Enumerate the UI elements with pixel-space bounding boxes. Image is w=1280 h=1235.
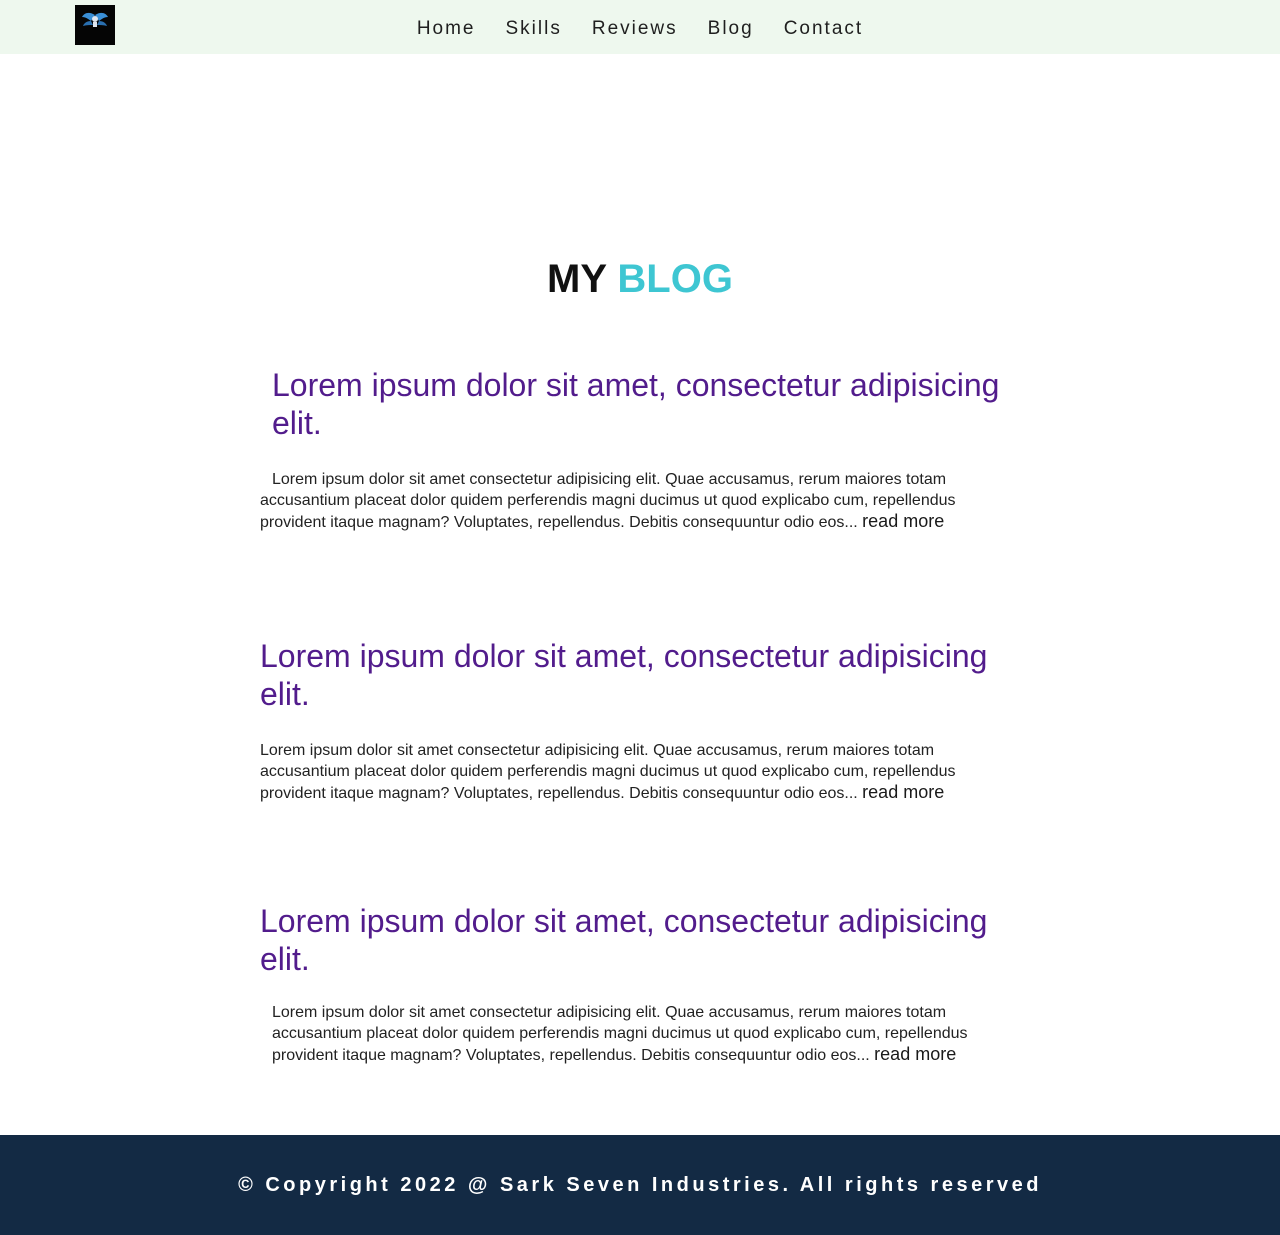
post-excerpt: Lorem ipsum dolor sit amet consectetur a… [260, 740, 1020, 804]
blog-post: Lorem ipsum dolor sit amet, consectetur … [260, 366, 1020, 533]
read-more-link[interactable]: read more [862, 782, 944, 802]
nav-contact-link[interactable]: Contact [784, 18, 863, 40]
post-excerpt-text: Lorem ipsum dolor sit amet consectetur a… [260, 471, 956, 531]
heading-part-blog: BLOG [617, 257, 733, 301]
post-title: Lorem ipsum dolor sit amet, consectetur … [260, 638, 988, 712]
read-more-link[interactable]: read more [862, 511, 944, 531]
nav-reviews-link[interactable]: Reviews [592, 18, 678, 40]
post-title: Lorem ipsum dolor sit amet, consectetur … [260, 903, 988, 977]
footer: © Copyright 2022 @ Sark Seven Industries… [0, 1135, 1280, 1235]
post-excerpt-text: Lorem ipsum dolor sit amet consectetur a… [260, 742, 956, 802]
main-nav: Home Skills Reviews Blog Contact [0, 0, 1280, 54]
post-excerpt: Lorem ipsum dolor sit amet consectetur a… [260, 1002, 1020, 1066]
nav-blog-link[interactable]: Blog [708, 18, 754, 40]
post-excerpt-text: Lorem ipsum dolor sit amet consectetur a… [272, 1004, 968, 1064]
blog-post: Lorem ipsum dolor sit amet, consectetur … [260, 902, 1020, 1066]
read-more-link[interactable]: read more [874, 1044, 956, 1064]
blog-section-heading: MY BLOG [0, 256, 1280, 302]
navbar: Home Skills Reviews Blog Contact [0, 0, 1280, 54]
heading-part-my: MY [547, 257, 607, 301]
post-title: Lorem ipsum dolor sit amet, consectetur … [272, 367, 1000, 441]
nav-skills-link[interactable]: Skills [506, 18, 562, 40]
blog-post: Lorem ipsum dolor sit amet, consectetur … [260, 637, 1020, 804]
copyright-text: © Copyright 2022 @ Sark Seven Industries… [238, 1173, 1042, 1196]
post-excerpt: Lorem ipsum dolor sit amet consectetur a… [260, 469, 1020, 533]
nav-home-link[interactable]: Home [417, 18, 476, 40]
